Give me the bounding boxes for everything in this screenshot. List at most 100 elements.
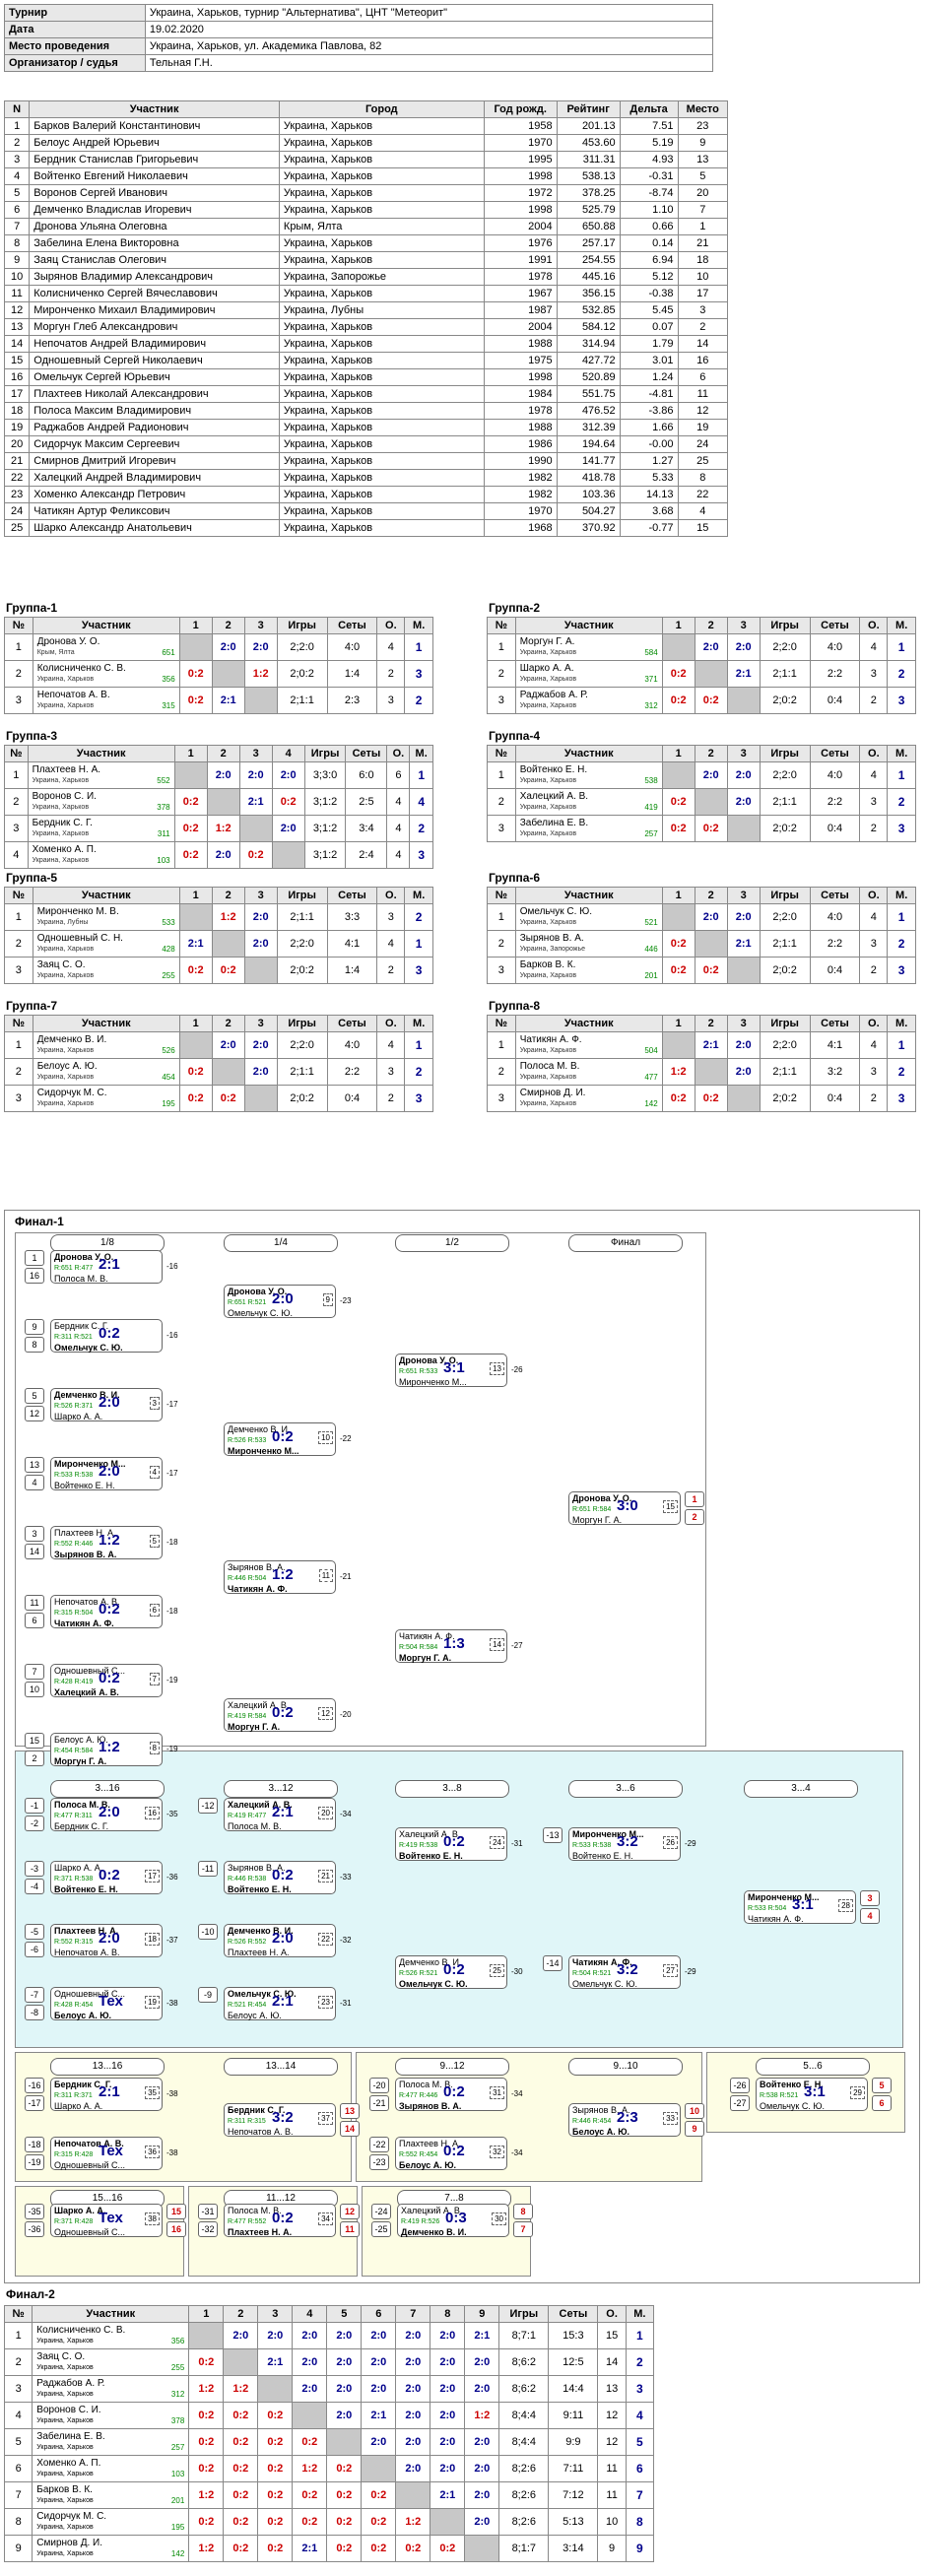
match-box: Полоса М. В. R:477 R:552 Плахтеев Н. А. 0:2…	[224, 2204, 336, 2237]
participant-name: Полоса М. В.	[519, 1061, 580, 1072]
table-cell: 7	[3, 218, 31, 235]
table-cell: 504.27	[556, 502, 621, 520]
score-cell: 2:0	[395, 2348, 431, 2376]
table-cell: 1.27	[619, 452, 679, 470]
points-cell: 14	[597, 2348, 627, 2376]
sets-cell: 2:2	[809, 930, 861, 958]
group-row: 1 Войтенко Е. Н. Украина, Харьков 538 2:0 2:0…	[487, 761, 916, 789]
player2-name: Миронченко М...	[399, 1377, 467, 1387]
table-cell: 19	[3, 419, 31, 436]
points-cell: 11	[597, 2455, 627, 2482]
table-cell: 7.51	[619, 117, 679, 135]
rating-value: 311	[157, 829, 170, 838]
table-cell: 10	[677, 268, 729, 286]
points-cell: 15	[597, 2322, 627, 2349]
match-number: 35	[145, 2086, 160, 2099]
loser-destination: -18	[166, 1607, 178, 1616]
participant-city: Украина, Харьков 378	[36, 2415, 184, 2426]
score-cell: 2:0	[430, 2348, 466, 2376]
participant-city: Украина, Харьков 201	[36, 2495, 184, 2506]
score-cell: 2:1	[726, 930, 761, 958]
match-number: 26	[663, 1836, 678, 1849]
city-label: Украина, Харьков	[519, 919, 577, 926]
score-cell: 2:1	[292, 2535, 328, 2562]
table-cell: 15	[677, 519, 729, 537]
loser-destination: -20	[340, 1710, 352, 1719]
column-header: О.	[859, 1015, 889, 1032]
group-row: 2 Шарко А. А. Украина, Харьков 371 0:2 2:1 2;1…	[487, 660, 916, 688]
table-cell: Зырянов Владимир Александрович	[29, 268, 280, 286]
info-row: Организатор / судья Тельная Г.Н.	[4, 54, 714, 72]
sets-cell: 2:5	[345, 788, 388, 816]
seed-box: 1	[25, 1250, 44, 1266]
table-cell: Халецкий Андрей Владимирович	[29, 469, 280, 487]
table-cell: 17	[677, 285, 729, 302]
participant-name: Белоус А. Ю.	[36, 1061, 98, 1072]
column-header: О.	[859, 617, 889, 634]
sets-cell: 6:0	[345, 761, 388, 789]
group-row: 1 Моргун Г. А. Украина, Харьков 584 2:0 2:0 2;…	[487, 633, 916, 661]
match-score: 1:2	[272, 1566, 294, 1583]
rating2: R:419	[72, 1679, 94, 1685]
table-row: 23 Хоменко Александр Петрович Украина, Хар…	[3, 486, 729, 503]
loser-destination: -30	[511, 1967, 523, 1976]
column-header: М.	[887, 617, 916, 634]
table-cell: 427.72	[556, 352, 621, 369]
match-number: 20	[318, 1807, 333, 1819]
group-header-row: № Участник 1 2 3 Игры Сеты О. М.	[487, 1015, 916, 1032]
column-header: Год рожд.	[483, 100, 558, 118]
table-cell: 1.66	[619, 419, 679, 436]
table-cell: 0.14	[619, 234, 679, 252]
row-number: 3	[487, 815, 516, 842]
rating1: R:315	[54, 2151, 73, 2158]
column-header: 3	[243, 617, 278, 634]
score-cell: 0:2	[326, 2455, 363, 2482]
place-cell: 2	[887, 1058, 916, 1086]
table-cell: Плахтеев Николай Александрович	[29, 385, 280, 403]
rating2: R:504	[245, 1575, 267, 1582]
table-cell: 1991	[483, 251, 558, 269]
score-cell: 2:0	[430, 2322, 466, 2349]
score-cell: 2:0	[464, 2348, 500, 2376]
participant-cell: Хоменко А. П. Украина, Харьков 103	[32, 2455, 190, 2482]
sets-cell: 0:4	[809, 687, 861, 714]
participant-cell: Колисниченко С. В. Украина, Харьков 356	[32, 660, 180, 688]
final2-row: 8 Сидорчук М. С. Украина, Харьков 195 0:2 0:2…	[3, 2508, 655, 2536]
participant-cell: Бердник С. Г. Украина, Харьков 311	[27, 815, 175, 842]
table-row: 15 Одношевный Сергей Николаевич Украина, Х…	[3, 352, 729, 369]
loser-destination: -26	[511, 1365, 523, 1374]
match-score: Тех	[99, 1993, 123, 2010]
column-header: 1	[178, 887, 213, 904]
table-row: 8 Забелина Елена Викторовна Украина, Харьк…	[3, 234, 729, 252]
city-label: Украина, Харьков	[36, 2444, 94, 2451]
points-cell: 2	[376, 1085, 406, 1112]
place-cell: 1	[404, 930, 433, 958]
column-header: 4	[271, 745, 305, 762]
table-cell: 584.12	[556, 318, 621, 336]
table-row: 21 Смирнов Дмитрий Игоревич Украина, Харьк…	[3, 452, 729, 470]
games-cell: 2;0:2	[759, 687, 811, 714]
row-number: 3	[487, 687, 516, 714]
games-cell: 2;1:1	[276, 903, 328, 931]
participant-cell: Раджабов А. Р. Украина, Харьков 312	[514, 687, 663, 714]
rating-value: 255	[162, 971, 175, 980]
place-cell: 3	[404, 660, 433, 688]
score-cell: 2:0	[292, 2322, 328, 2349]
seed-box: -13	[543, 1827, 563, 1843]
city-label: Украина, Харьков	[36, 946, 95, 953]
table-cell: 1958	[483, 117, 558, 135]
table-cell: 311.31	[556, 151, 621, 168]
column-header: О.	[376, 887, 406, 904]
match-box: Шарко А. А. R:371 R:538 Войтенко Е. Н. 0:2 1…	[50, 1861, 163, 1894]
stage-label: Финал	[568, 1234, 683, 1252]
score-cell	[292, 2402, 328, 2429]
sets-cell: 2:2	[809, 660, 861, 688]
table-cell: 23	[3, 486, 31, 503]
column-header: №	[487, 1015, 516, 1032]
table-row: 3 Бердник Станислав Григорьевич Украина, Х…	[3, 151, 729, 168]
points-cell: 2	[859, 815, 889, 842]
row-number: 1	[3, 2322, 33, 2349]
column-header: 3	[238, 745, 273, 762]
score-cell	[395, 2481, 431, 2509]
table-cell: 141.77	[556, 452, 621, 470]
